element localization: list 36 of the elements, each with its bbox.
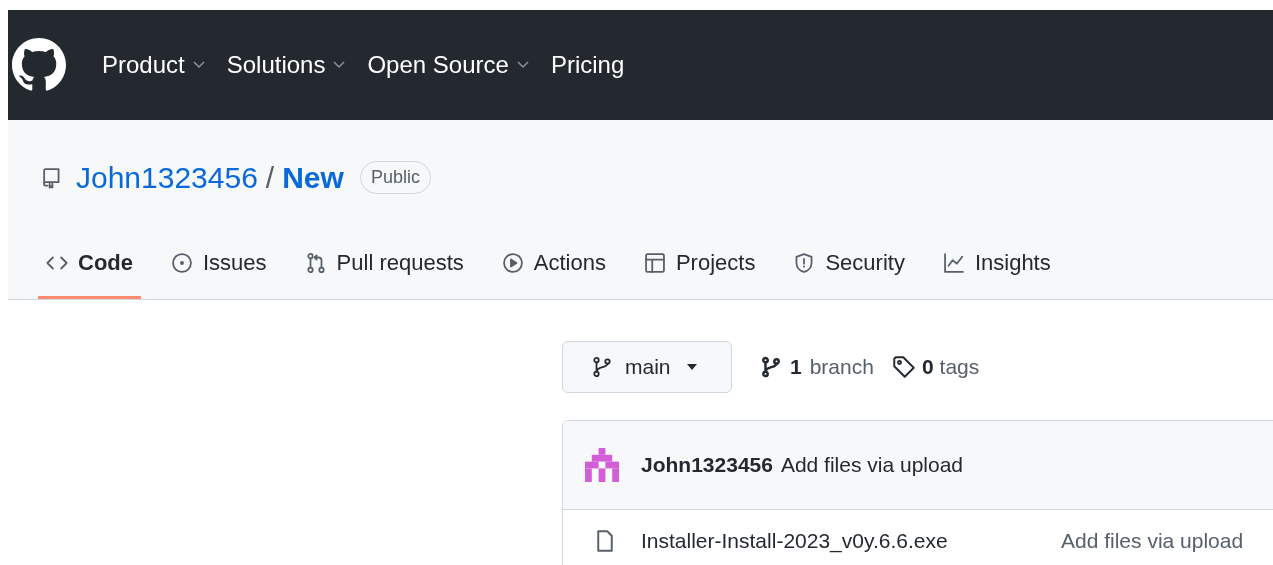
- branches-link[interactable]: 1 branch: [760, 351, 874, 383]
- nav-menu-button[interactable]: Pricing: [550, 47, 625, 83]
- caret-down-icon: [686, 364, 697, 370]
- repository-tab[interactable]: Insights: [934, 229, 1059, 299]
- tags-link[interactable]: 0 tags: [891, 351, 980, 383]
- graph-icon: [942, 251, 965, 274]
- path-separator: /: [265, 160, 275, 196]
- branch-icon: [760, 356, 782, 378]
- branch-icon: [591, 356, 613, 378]
- repository-name-link[interactable]: New: [282, 155, 344, 200]
- table-icon: [643, 251, 666, 274]
- repository-tab[interactable]: Issues: [163, 229, 275, 299]
- tag-icon: [891, 355, 916, 379]
- owner-link[interactable]: John1323456: [76, 155, 258, 200]
- octocat-logo-icon[interactable]: [12, 38, 66, 92]
- chevron-down-icon: [516, 61, 529, 69]
- chevron-down-icon: [333, 61, 346, 69]
- repository-tab[interactable]: Projects: [635, 229, 764, 299]
- repository-tab[interactable]: Security: [785, 229, 913, 299]
- nav-menu-button[interactable]: Solutions: [226, 47, 346, 83]
- nav-menu-button[interactable]: Product: [102, 47, 205, 83]
- circle-dot-icon: [171, 251, 193, 274]
- branch-selector-button[interactable]: main: [562, 341, 732, 393]
- nav-menu-button[interactable]: Open Source: [367, 47, 529, 83]
- pull-request-icon: [304, 251, 327, 274]
- commit-author-link[interactable]: John1323456: [641, 449, 773, 481]
- repository-tab[interactable]: Actions: [493, 229, 614, 299]
- repository-tab[interactable]: Code: [38, 229, 141, 299]
- commit-message-link[interactable]: Add files via upload: [1061, 524, 1244, 557]
- file-name-link[interactable]: Installer-Install-2023_v0y.6.6.exe: [641, 524, 1061, 557]
- avatar-icon: [585, 448, 619, 482]
- commit-message-link[interactable]: Add files via upload: [780, 449, 964, 481]
- play-icon: [501, 251, 524, 274]
- repository-icon: [40, 166, 62, 189]
- repository-tab[interactable]: Pull requests: [296, 229, 472, 299]
- chevron-down-icon: [192, 61, 205, 69]
